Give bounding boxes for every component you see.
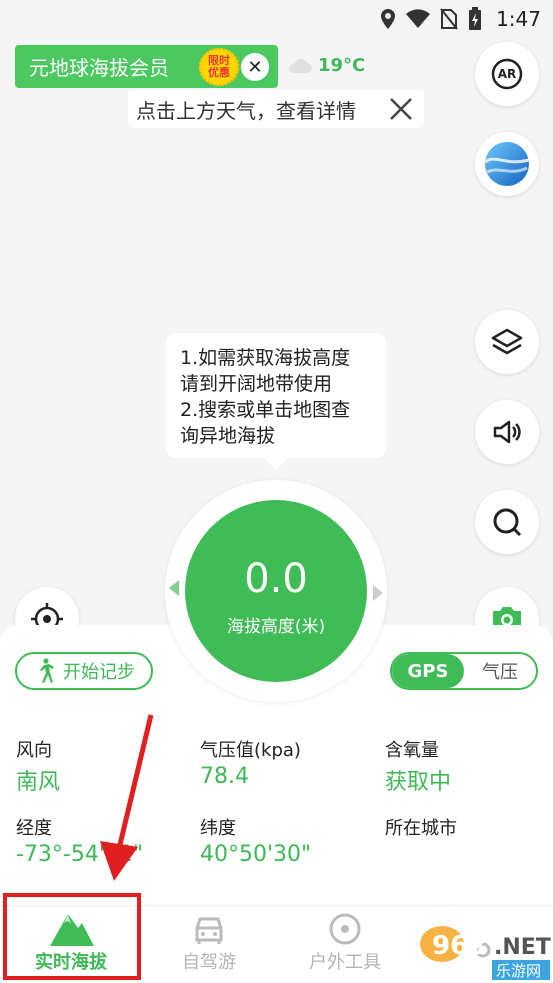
tab-label: 自驾游 <box>182 952 236 973</box>
oxygen-value: 获取中 <box>385 770 452 795</box>
wind-value: 南风 <box>16 770 61 795</box>
ar-button[interactable]: AR <box>475 42 539 106</box>
arrow-right-icon[interactable] <box>373 585 383 601</box>
latitude-label: 纬度 <box>200 818 236 839</box>
pressure-value: 78.4 <box>200 764 249 789</box>
latitude-value: 40°50'30" <box>200 842 312 867</box>
mode-option-pressure[interactable]: 气压 <box>464 654 536 688</box>
speaker-icon <box>493 420 521 444</box>
car-icon <box>195 917 223 944</box>
layers-button[interactable] <box>475 310 539 374</box>
search-button[interactable] <box>475 490 539 554</box>
svg-text:962: 962 <box>432 931 486 961</box>
tooltip-line: 询异地海拔 <box>180 425 276 447</box>
tooltip-line: 1.如需获取海拔高度 <box>180 347 351 369</box>
tooltip-line: 请到开阔地带使用 <box>180 373 333 395</box>
mode-switch[interactable]: GPS 气压 <box>390 652 538 690</box>
sound-button[interactable] <box>475 400 539 464</box>
altitude-label: 海拔高度(米) <box>226 616 326 637</box>
tab-outdoor-tools[interactable]: 户外工具 <box>276 906 414 983</box>
tab-label: 户外工具 <box>309 952 381 973</box>
limited-offer-badge: 限时 优惠 <box>199 48 239 86</box>
status-time: 1:47 <box>496 7 541 31</box>
altitude-display: 0.0 海拔高度(米) <box>185 500 367 682</box>
tooltip-line: 2.搜索或单击地图查 <box>180 399 351 421</box>
altitude-dial[interactable]: 0.0 海拔高度(米) <box>165 480 387 702</box>
search-icon <box>493 508 522 537</box>
city-label: 所在城市 <box>385 818 457 839</box>
ar-label: AR <box>497 67 517 81</box>
weather-tip-text: 点击上方天气，查看详情 <box>136 98 356 123</box>
svg-text:.NET: .NET <box>494 935 551 960</box>
battery-charging-icon <box>469 7 482 30</box>
layers-icon <box>491 328 523 355</box>
altitude-value: 0.0 <box>244 555 308 602</box>
wind-label: 风向 <box>16 740 52 761</box>
status-bar: 1:47 <box>0 0 553 38</box>
earth-icon <box>484 142 530 186</box>
earth-button[interactable] <box>475 132 539 196</box>
pressure-label: 气压值(kpa) <box>200 740 301 761</box>
start-step-count-label: 开始记步 <box>63 662 135 683</box>
member-banner-text: 元地球海拔会员 <box>29 56 169 80</box>
oxygen-label: 含氧量 <box>385 740 439 761</box>
usage-tooltip: 1.如需获取海拔高度 请到开阔地带使用 2.搜索或单击地图查 询异地海拔 <box>166 333 386 470</box>
compass-icon <box>329 913 361 945</box>
location-icon <box>381 9 396 29</box>
highlight-box <box>3 893 141 980</box>
member-banner[interactable]: 元地球海拔会员 限时 优惠 ✕ <box>15 45 278 88</box>
watermark-logo: 962 .NET 乐游网 <box>412 918 552 982</box>
weather-temp: 19°C <box>318 55 366 76</box>
mode-option-gps[interactable]: GPS <box>392 654 464 688</box>
tab-road-trip[interactable]: 自驾游 <box>140 906 278 983</box>
cloud-icon <box>288 58 312 73</box>
walking-icon <box>40 658 54 683</box>
close-icon[interactable] <box>388 96 414 122</box>
no-sim-icon <box>440 8 458 30</box>
weather-widget[interactable]: 19°C <box>286 55 365 76</box>
wifi-icon <box>406 9 431 28</box>
red-arrow-icon <box>100 714 154 881</box>
weather-tip[interactable]: 点击上方天气，查看详情 <box>128 90 424 128</box>
arrow-left-icon[interactable] <box>169 580 179 596</box>
longitude-label: 经度 <box>16 818 52 839</box>
start-step-count-button[interactable]: 开始记步 <box>15 652 153 690</box>
close-icon[interactable]: ✕ <box>241 53 269 81</box>
svg-text:乐游网: 乐游网 <box>496 962 541 980</box>
